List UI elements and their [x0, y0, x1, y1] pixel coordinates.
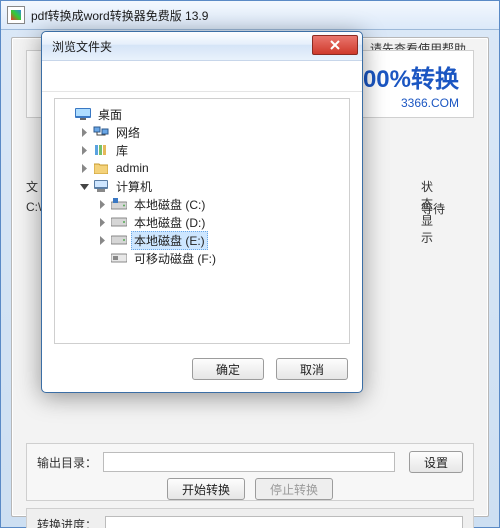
libraries-icon — [93, 142, 109, 158]
expand-twisty-icon[interactable] — [77, 143, 91, 157]
blank-twisty — [59, 107, 73, 121]
tree-node-computer[interactable]: 计算机 — [59, 177, 345, 195]
folder-tree[interactable]: 桌面 网络 库 admin 计算机 — [54, 98, 350, 344]
computer-icon — [93, 178, 109, 194]
tree-node-admin[interactable]: admin — [59, 159, 345, 177]
expand-twisty-icon[interactable] — [77, 125, 91, 139]
dialog-close-button[interactable] — [312, 35, 358, 55]
dialog-title: 浏览文件夹 — [52, 38, 112, 55]
stop-convert-button: 停止转换 — [255, 478, 333, 500]
desktop-icon — [75, 106, 91, 122]
start-convert-button[interactable]: 开始转换 — [167, 478, 245, 500]
tree-node-libraries[interactable]: 库 — [59, 141, 345, 159]
dialog-titlebar[interactable]: 浏览文件夹 — [42, 32, 362, 61]
expand-twisty-icon[interactable] — [77, 161, 91, 175]
main-titlebar[interactable]: pdf转换成word转换器免费版 13.9 — [1, 1, 499, 30]
output-dir-input[interactable] — [103, 452, 395, 472]
blank-twisty — [95, 251, 109, 265]
file-row-status: 等待 — [421, 200, 445, 217]
window-title: pdf转换成word转换器免费版 13.9 — [31, 7, 208, 24]
main-window: pdf转换成word转换器免费版 13.9 请先查看使用帮助 00%转换 336… — [0, 0, 500, 528]
progress-bar — [105, 516, 463, 528]
user-folder-icon — [93, 160, 109, 176]
dialog-header-spacer — [42, 61, 362, 92]
removable-drive-icon — [111, 250, 127, 266]
dialog-cancel-button[interactable]: 取消 — [276, 358, 348, 380]
app-icon — [7, 6, 25, 24]
dialog-ok-button[interactable]: 确定 — [192, 358, 264, 380]
network-icon — [93, 124, 109, 140]
tree-node-disk-c[interactable]: 本地磁盘 (C:) — [59, 195, 345, 213]
banner-subtext: 3366.COM — [363, 96, 459, 110]
tree-node-removable-f[interactable]: 可移动磁盘 (F:) — [59, 249, 345, 267]
drive-icon — [111, 214, 127, 230]
drive-icon — [111, 232, 127, 248]
tree-node-network[interactable]: 网络 — [59, 123, 345, 141]
progress-label: 转换进度： — [37, 516, 97, 528]
browse-folder-dialog: 浏览文件夹 桌面 网络 库 — [41, 31, 363, 393]
system-drive-icon — [111, 196, 127, 212]
expand-twisty-icon[interactable] — [95, 233, 109, 247]
progress-panel: 转换进度： — [26, 508, 474, 528]
expand-twisty-icon[interactable] — [95, 215, 109, 229]
tree-node-disk-e[interactable]: 本地磁盘 (E:) — [59, 231, 345, 249]
tree-node-disk-d[interactable]: 本地磁盘 (D:) — [59, 213, 345, 231]
banner-headline: 00%转换 — [363, 59, 459, 94]
close-icon — [330, 40, 340, 50]
expand-twisty-icon[interactable] — [95, 197, 109, 211]
tree-node-desktop[interactable]: 桌面 — [59, 105, 345, 123]
output-panel: 输出目录： 设置 开始转换 停止转换 — [26, 443, 474, 501]
file-row-path[interactable]: C:\ — [26, 200, 41, 214]
collapse-twisty-icon[interactable] — [77, 179, 91, 193]
output-label: 输出目录： — [37, 454, 97, 471]
file-column-header: 文 状态显示 — [26, 178, 38, 195]
settings-button[interactable]: 设置 — [409, 451, 463, 473]
